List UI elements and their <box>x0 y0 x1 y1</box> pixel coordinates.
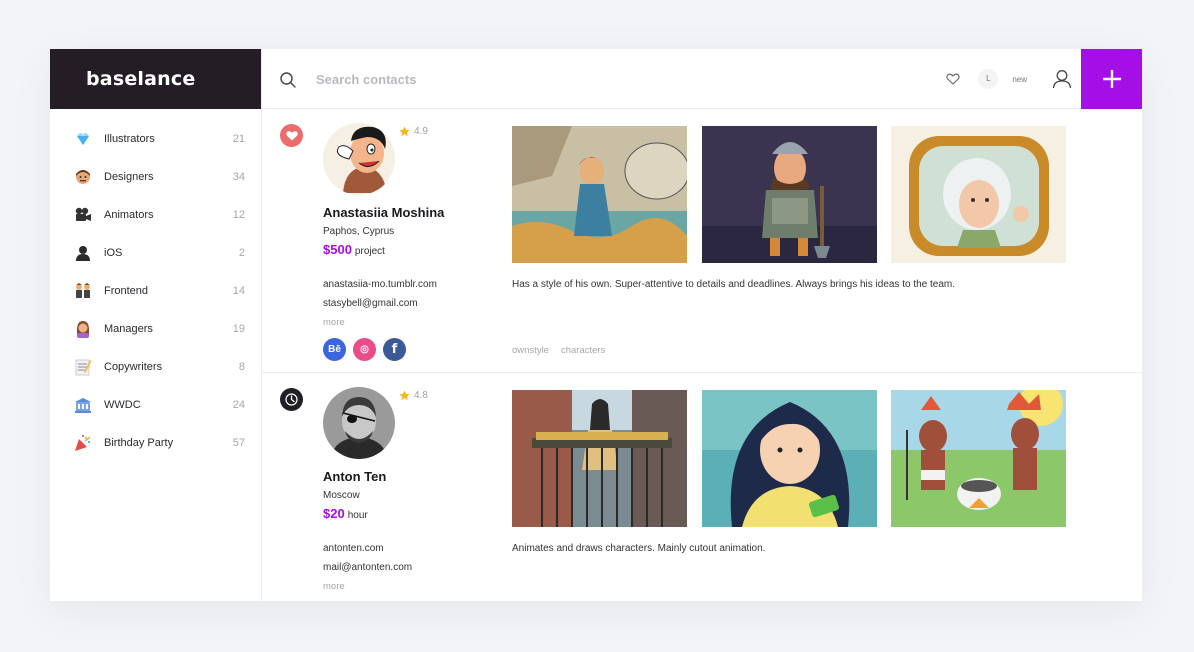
price-value: $20 <box>323 506 345 521</box>
sidebar-item-count: 8 <box>238 361 245 373</box>
search-input[interactable] <box>316 67 716 91</box>
contact-name[interactable]: Anastasiia Moshina <box>323 205 444 220</box>
email-link[interactable]: stasybell@gmail.com <box>323 298 418 309</box>
top-actions: L new <box>946 49 1081 109</box>
facebook-icon[interactable]: f <box>383 338 406 361</box>
sidebar-item-count: 21 <box>232 133 245 145</box>
woman-icon <box>74 320 92 338</box>
party-popper-icon <box>74 434 92 452</box>
more-link[interactable]: more <box>323 581 345 592</box>
website-link[interactable]: anastasiia-mo.tumblr.com <box>323 279 437 290</box>
contact-price: $500 project <box>323 242 385 257</box>
contact-location: Moscow <box>323 490 360 501</box>
sidebar: baselance Illustrators 21 Designers 34 A… <box>50 49 262 601</box>
tag[interactable]: ownstyle <box>512 345 549 356</box>
search-icon[interactable] <box>279 71 297 89</box>
sidebar-item-frontend[interactable]: Frontend 14 <box>50 272 261 310</box>
contact-description: Animates and draws characters. Mainly cu… <box>512 543 766 554</box>
silhouette-icon <box>74 244 92 262</box>
portfolio-image[interactable] <box>512 390 687 527</box>
sidebar-item-label: Animators <box>104 209 154 221</box>
building-icon <box>74 396 92 414</box>
portfolio-image[interactable] <box>891 390 1066 527</box>
email-link[interactable]: mail@antonten.com <box>323 562 412 573</box>
rating: 4.9 <box>399 126 428 137</box>
portfolio-image[interactable] <box>702 126 877 263</box>
sidebar-item-label: iOS <box>104 247 123 259</box>
star-icon <box>399 126 410 137</box>
price-unit: project <box>354 246 385 257</box>
new-filter-button[interactable]: new <box>1012 75 1027 84</box>
avatar[interactable] <box>323 387 395 459</box>
l-filter-button[interactable]: L <box>978 69 999 89</box>
contact-list: 4.9 Anastasiia Moshina Paphos, Cyprus $5… <box>262 109 1142 601</box>
contact-price: $20 hour <box>323 506 368 521</box>
contact-location: Paphos, Cyprus <box>323 226 395 237</box>
sidebar-item-ios[interactable]: iOS 2 <box>50 234 261 272</box>
sidebar-item-label: Designers <box>104 171 154 183</box>
tag-list: ownstyle characters <box>512 345 617 356</box>
sidebar-item-animators[interactable]: Animators 12 <box>50 196 261 234</box>
dribbble-icon[interactable]: ◎ <box>353 338 376 361</box>
face-icon <box>74 168 92 186</box>
website-link[interactable]: antonten.com <box>323 543 384 554</box>
tag[interactable]: characters <box>561 345 605 356</box>
contact-description: Has a style of his own. Super-attentive … <box>512 279 956 290</box>
sidebar-item-count: 19 <box>232 323 245 335</box>
sidebar-item-count: 57 <box>232 437 245 449</box>
sidebar-item-copywriters[interactable]: Copywriters 8 <box>50 348 261 386</box>
sidebar-item-label: Copywriters <box>104 361 163 373</box>
portfolio-image[interactable] <box>512 126 687 263</box>
sidebar-item-count: 12 <box>232 209 245 221</box>
sidebar-item-wwdc[interactable]: WWDC 24 <box>50 386 261 424</box>
sidebar-item-label: Birthday Party <box>104 437 174 449</box>
rating-value: 4.8 <box>414 390 428 401</box>
topbar: L new <box>262 49 1142 109</box>
avatar[interactable] <box>323 123 395 195</box>
diamond-icon <box>74 130 92 148</box>
user-icon[interactable] <box>1051 68 1073 90</box>
rating: 4.8 <box>399 390 428 401</box>
star-icon <box>399 390 410 401</box>
portfolio-image[interactable] <box>891 126 1066 263</box>
contact-card[interactable]: 4.8 Anton Ten Moscow $20 hour antonten.co… <box>262 373 1142 601</box>
brand-logo[interactable]: baselance <box>50 49 261 109</box>
price-unit: hour <box>347 510 368 521</box>
app-window: baselance Illustrators 21 Designers 34 A… <box>50 49 1142 601</box>
add-contact-button[interactable] <box>1081 49 1142 109</box>
sidebar-item-illustrators[interactable]: Illustrators 21 <box>50 120 261 158</box>
sidebar-item-count: 24 <box>232 399 245 411</box>
sidebar-item-count: 2 <box>238 247 245 259</box>
sidebar-item-label: Illustrators <box>104 133 155 145</box>
heart-icon[interactable] <box>946 72 960 86</box>
behance-icon[interactable]: Bē <box>323 338 346 361</box>
contact-card[interactable]: 4.9 Anastasiia Moshina Paphos, Cyprus $5… <box>262 109 1142 373</box>
category-list: Illustrators 21 Designers 34 Animators 1… <box>50 109 261 462</box>
heart-icon[interactable] <box>280 124 303 147</box>
more-link[interactable]: more <box>323 317 345 328</box>
rating-value: 4.9 <box>414 126 428 137</box>
portfolio-image[interactable] <box>702 390 877 527</box>
price-value: $500 <box>323 242 352 257</box>
sidebar-item-label: Frontend <box>104 285 149 297</box>
sidebar-item-label: WWDC <box>104 399 141 411</box>
social-links: Bē ◎ f <box>323 338 413 361</box>
sidebar-item-count: 14 <box>232 285 245 297</box>
sidebar-item-label: Managers <box>104 323 153 335</box>
contact-name[interactable]: Anton Ten <box>323 469 386 484</box>
sidebar-item-managers[interactable]: Managers 19 <box>50 310 261 348</box>
sidebar-item-designers[interactable]: Designers 34 <box>50 158 261 196</box>
movie-camera-icon <box>74 206 92 224</box>
plus-icon <box>1102 70 1121 88</box>
sidebar-item-birthday-party[interactable]: Birthday Party 57 <box>50 424 261 462</box>
sidebar-item-count: 34 <box>232 171 245 183</box>
clock-icon[interactable] <box>280 388 303 411</box>
memo-icon <box>74 358 92 376</box>
twins-icon <box>74 282 92 300</box>
